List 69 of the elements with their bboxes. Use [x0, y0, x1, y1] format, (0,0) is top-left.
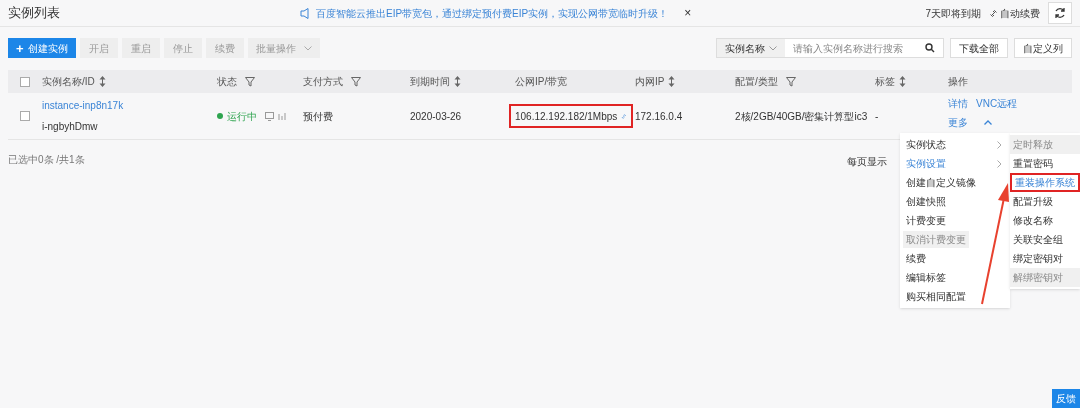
menu-item[interactable]: 计费变更	[903, 212, 949, 229]
instance-id: i-ngbyhDmw	[42, 120, 99, 134]
menu-item[interactable]: 重装操作系统	[1010, 173, 1080, 192]
feedback-button[interactable]: 反馈	[1052, 389, 1080, 408]
refresh-icon	[1054, 7, 1066, 19]
menu-item[interactable]: 购买相同配置	[903, 288, 969, 305]
column-header: 内网IP	[635, 75, 665, 89]
toolbar-button[interactable]: 自定义列	[1014, 38, 1072, 58]
filter-icon[interactable]	[245, 76, 255, 87]
public-ip-text: 106.12.192.182/1Mbps	[515, 109, 618, 124]
create-instance-button[interactable]: + 创建实例	[8, 38, 76, 58]
menu-item[interactable]: 关联安全组	[1010, 230, 1080, 249]
monitor-icon[interactable]	[265, 111, 274, 121]
action-link[interactable]: 详情	[948, 96, 968, 111]
column-header: 标签	[875, 75, 895, 89]
menu-item[interactable]: 编辑标签	[903, 269, 949, 286]
sort-icon[interactable]	[899, 76, 906, 87]
status-text: 运行中	[227, 109, 257, 124]
sort-icon[interactable]	[454, 76, 461, 87]
table-cell-text: 172.16.0.4	[635, 109, 684, 124]
column-header: 支付方式	[303, 75, 343, 89]
caret-icon	[769, 45, 777, 51]
column-header: 到期时间	[410, 75, 450, 89]
close-button[interactable]: ×	[684, 4, 692, 22]
sort-icon[interactable]	[668, 76, 676, 87]
table-cell-text: 2020-03-26	[410, 109, 463, 124]
column-header: 配置/类型	[735, 75, 778, 89]
chevron-icon	[997, 159, 1002, 168]
link-icon	[989, 8, 998, 18]
instance-name-link[interactable]: instance-inp8n17k	[42, 98, 217, 113]
auto-renew-link[interactable]: 自动续费	[1000, 5, 1040, 21]
menu-item[interactable]: 重置密码	[1010, 154, 1080, 173]
caret-icon[interactable]	[984, 120, 992, 125]
menu-item[interactable]: 配置升级	[1010, 192, 1080, 211]
table-cell-text: -	[875, 109, 880, 124]
more-link[interactable]: 更多	[948, 115, 968, 130]
chevron-icon	[997, 140, 1002, 149]
plus-icon: +	[16, 41, 24, 55]
refresh-button[interactable]	[1048, 2, 1072, 24]
selection-count: 已选中0条 /共1条	[8, 153, 85, 167]
table-cell-text: 2核/2GB/40GB/密集计算型ic3	[735, 109, 869, 124]
search-icon[interactable]	[925, 43, 935, 53]
menu-item[interactable]: 实例设置	[903, 155, 949, 172]
speaker-icon	[300, 7, 312, 19]
menu-item[interactable]: 创建自定义镜像	[903, 174, 979, 191]
column-header: 状态	[217, 75, 237, 89]
sort-icon[interactable]	[98, 76, 106, 87]
search-field[interactable]: 实例名称 请输入实例名称进行搜索	[716, 38, 944, 58]
menu-item[interactable]: 续费	[903, 250, 929, 267]
menu-item[interactable]: 创建快照	[903, 193, 949, 210]
toolbar-button[interactable]: 下载全部	[950, 38, 1008, 58]
notice-text: 百度智能云推出EIP带宽包，通过绑定预付费EIP实例，实现公网带宽临时升级！	[316, 6, 669, 21]
filter-icon[interactable]	[785, 76, 796, 87]
page-size-label: 每页显示	[847, 155, 887, 169]
menu-item[interactable]: 绑定密钥对	[1010, 249, 1080, 268]
caret-icon	[303, 45, 312, 51]
filter-icon[interactable]	[351, 76, 361, 87]
filter-dropdown[interactable]: 实例名称	[717, 39, 785, 57]
table-cell-text: 预付费	[303, 109, 334, 124]
column-header: 实例名称/ID	[42, 75, 95, 89]
checkbox[interactable]	[20, 111, 30, 121]
action-link[interactable]: VNC远程	[976, 96, 1018, 111]
menu-item[interactable]: 实例状态	[903, 136, 949, 153]
menu-item[interactable]: 修改名称	[1010, 211, 1080, 230]
column-header: 操作	[948, 75, 968, 89]
expiring-link[interactable]: 7天即将到期	[925, 5, 981, 21]
column-header: 公网IP/带宽	[515, 75, 568, 89]
checkbox[interactable]	[20, 76, 30, 87]
page-title: 实例列表	[8, 4, 60, 23]
